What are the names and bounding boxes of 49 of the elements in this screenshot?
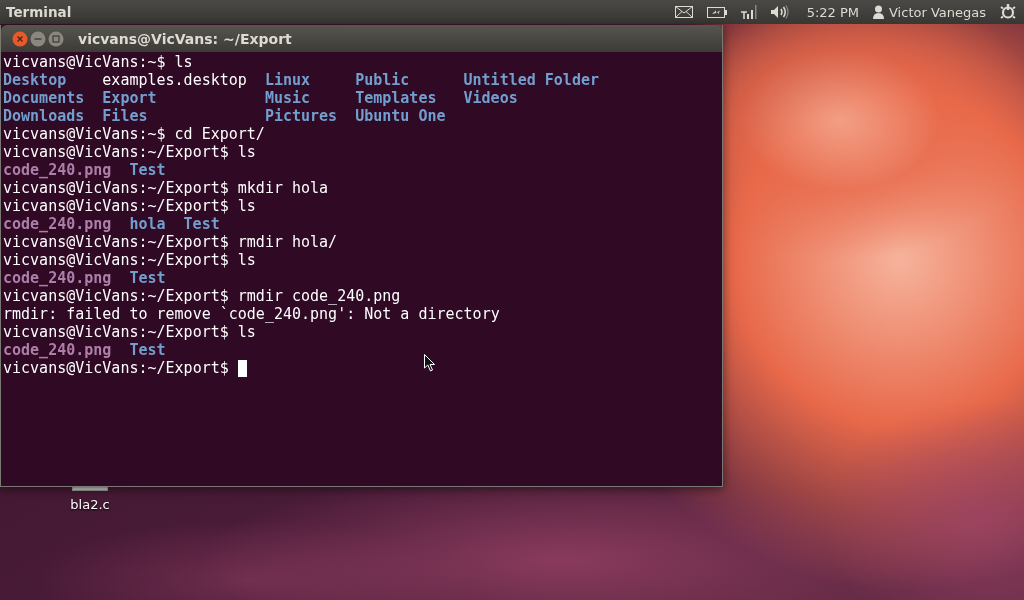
directory-name: Test [129,269,166,287]
directory-name: hola [129,215,166,233]
directory-name: Music [264,89,311,107]
command-line: vicvans@VicVans:~/Export$ [3,359,229,377]
directory-name: Downloads [3,107,85,125]
app-title: Terminal [6,4,72,20]
directory-name: Public [355,71,410,89]
person-icon [873,5,884,19]
file-name: code_240.png [3,161,112,179]
battery-icon[interactable] [706,6,727,18]
file-name: code_240.png [3,215,112,233]
command-line: vicvans@VicVans:~/Export$ ls [3,323,256,341]
speaker-icon[interactable] [770,5,789,19]
command-line: vicvans@VicVans:~$ cd Export/ [3,125,265,143]
directory-name: Ubuntu One [355,107,446,125]
pointer-icon [424,354,436,372]
minimize-icon[interactable] [30,30,46,47]
directory-name: Test [183,215,220,233]
directory-name: Untitled Folder [463,71,599,89]
maximize-icon[interactable] [48,30,64,47]
directory-name: Documents [3,89,85,107]
command-line: vicvans@VicVans:~/Export$ ls [3,251,256,269]
directory-name: Test [129,161,166,179]
user-menu[interactable]: Victor Vanegas [873,4,986,20]
command-line: vicvans@VicVans:~/Export$ ls [3,143,256,161]
directory-name: Videos [463,89,518,107]
command-line: vicvans@VicVans:~$ ls [3,53,193,71]
command-line: vicvans@VicVans:~/Export$ rmdir hola/ [3,233,338,251]
window-title: vicvans@VicVans: ~/Export [78,30,292,47]
directory-name: Files [102,107,148,125]
gear-icon[interactable] [1000,4,1016,20]
directory-name: Export [102,89,157,107]
mail-icon[interactable] [674,6,693,18]
close-icon[interactable] [12,30,28,47]
file-name: code_240.png [3,341,112,359]
file-name: examples.desktop [102,71,247,89]
directory-name: Pictures [264,107,338,125]
command-line: vicvans@VicVans:~/Export$ mkdir hola [3,179,329,197]
signal-icon[interactable] [740,5,757,19]
clock[interactable]: 5:22 PM [806,4,859,20]
directory-name: Templates [355,89,437,107]
error-message: rmdir: failed to remove `code_240.png': Not a directory [3,305,500,323]
file-label[interactable]: bla2.c [70,497,110,512]
directory-name: Test [129,341,166,359]
command-line: vicvans@VicVans:~/Export$ ls [3,197,256,215]
directory-name: Desktop [3,71,67,89]
command-line: vicvans@VicVans:~/Export$ rmdir code_240.png [3,287,401,305]
file-name: code_240.png [3,269,112,287]
directory-name: Linux [264,71,311,89]
